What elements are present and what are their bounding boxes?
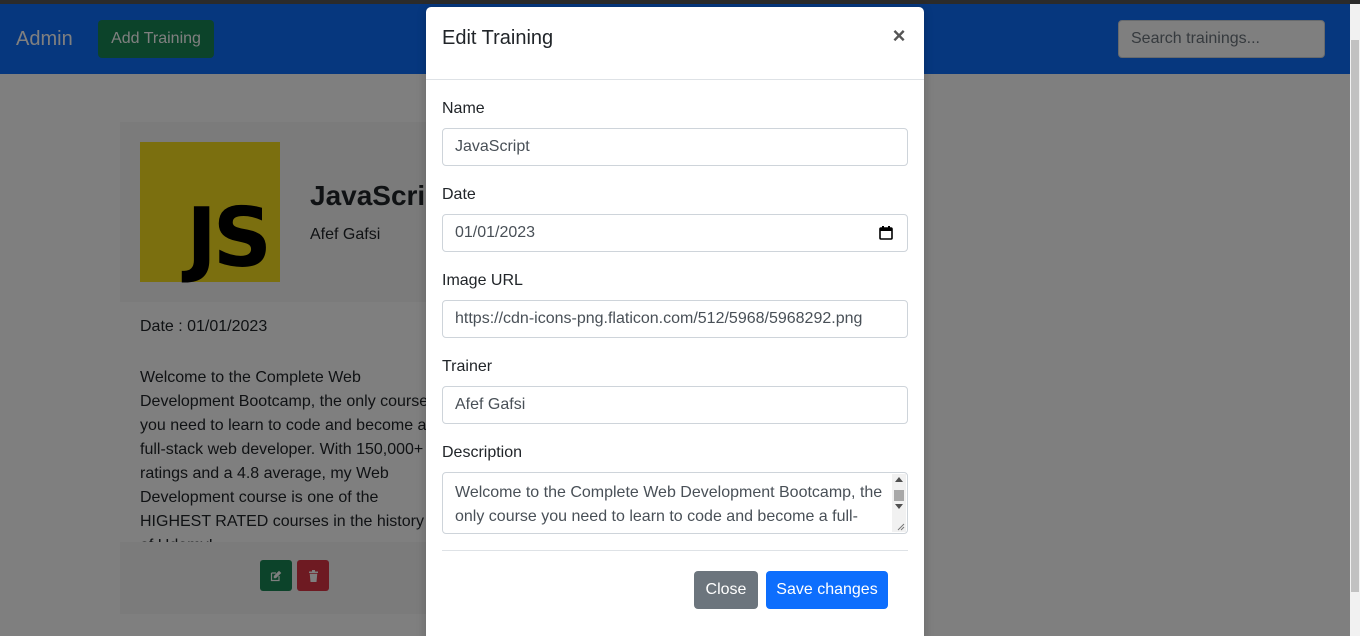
image-url-label: Image URL bbox=[442, 272, 523, 289]
edit-training-modal: Edit Training × Name JavaScript Date 01/… bbox=[426, 7, 924, 636]
scroll-down-arrow-icon[interactable] bbox=[895, 504, 903, 509]
textarea-scroll-thumb[interactable] bbox=[894, 490, 904, 501]
date-label: Date bbox=[442, 186, 476, 203]
trainer-label: Trainer bbox=[442, 358, 493, 375]
close-button[interactable]: Close bbox=[694, 571, 758, 609]
calendar-icon[interactable] bbox=[879, 226, 893, 240]
modal-title: Edit Training bbox=[442, 27, 554, 49]
page-scrollbar-thumb[interactable] bbox=[1351, 40, 1359, 592]
image-url-input[interactable]: https://cdn-icons-png.flaticon.com/512/5… bbox=[442, 300, 908, 338]
close-icon[interactable]: × bbox=[888, 25, 910, 47]
date-input[interactable]: 01/01/2023 bbox=[442, 214, 908, 252]
date-value: 01/01/2023 bbox=[455, 224, 536, 241]
resize-grip-icon[interactable] bbox=[895, 521, 905, 531]
name-input[interactable]: JavaScript bbox=[442, 128, 908, 166]
description-value: Welcome to the Complete Web Development … bbox=[455, 484, 883, 533]
trainer-input[interactable]: Afef Gafsi bbox=[442, 386, 908, 424]
name-label: Name bbox=[442, 100, 485, 117]
modal-footer-divider bbox=[442, 550, 908, 551]
description-textarea[interactable]: Welcome to the Complete Web Development … bbox=[442, 472, 908, 534]
scroll-up-arrow-icon[interactable] bbox=[895, 477, 903, 482]
description-label: Description bbox=[442, 444, 523, 461]
modal-header-divider bbox=[426, 79, 924, 80]
save-changes-button[interactable]: Save changes bbox=[766, 571, 888, 609]
